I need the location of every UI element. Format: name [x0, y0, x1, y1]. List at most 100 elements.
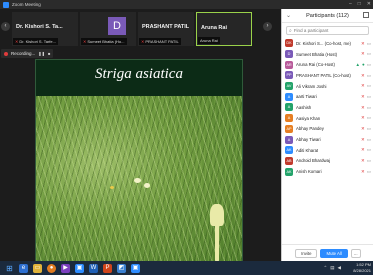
- word-icon[interactable]: W: [89, 263, 98, 273]
- participant-row[interactable]: D Sumeet Bhatia (Host) ✕ ▭: [282, 49, 373, 60]
- media-player-icon[interactable]: ▶: [61, 263, 70, 273]
- participant-row[interactable]: AR Aruna Rai (Co-Host) ▲ ● ▭: [282, 59, 373, 70]
- video-tile-active[interactable]: Aruna Rai Aruna Rai: [196, 12, 252, 46]
- slide-title: Striga asiatica: [95, 66, 183, 82]
- participant-row[interactable]: AK Aditi Kharat ✕ ▭: [282, 145, 373, 156]
- photos-icon[interactable]: ◩: [117, 263, 126, 273]
- mic-muted-icon: ✕: [360, 51, 365, 57]
- participant-status-icons: ✕ ▭: [361, 137, 371, 143]
- tile-label: ✕Dr. Kishori S. Tarfe...: [13, 38, 58, 45]
- file-explorer-icon[interactable]: ▭: [33, 263, 42, 273]
- mic-muted-icon: ✕: [360, 126, 365, 131]
- mic-muted-icon: ✕: [360, 83, 365, 89]
- video-off-icon: ▭: [366, 83, 371, 89]
- participant-row[interactable]: A Abhay Tiwari ✕ ▭: [282, 134, 373, 145]
- participant-avatar: AK: [285, 146, 293, 155]
- participant-name: Aruna Rai (Co-Host): [296, 62, 335, 68]
- video-off-icon: ▭: [366, 40, 371, 46]
- network-icon[interactable]: ▤: [330, 265, 334, 271]
- participant-row[interactable]: DK Dr. Kishori S... (Co-host, me) ✕ ▭: [282, 38, 373, 49]
- video-off-icon: ▭: [366, 136, 371, 142]
- internet-explorer-icon[interactable]: e: [19, 263, 28, 273]
- video-off-icon: ▭: [366, 147, 371, 153]
- participant-avatar: D: [285, 50, 293, 59]
- clock[interactable]: 1:52 PM 8/28/2021: [353, 262, 371, 273]
- windows-start-icon[interactable]: ⊞: [5, 264, 14, 273]
- clock-time: 1:52 PM: [356, 262, 371, 267]
- mic-muted-icon: ✕: [83, 39, 87, 44]
- powerpoint-icon[interactable]: P: [103, 263, 112, 273]
- participants-list: DK Dr. Kishori S... (Co-host, me) ✕ ▭ D Sumee…: [282, 38, 373, 243]
- slide-photo: [36, 96, 242, 263]
- participant-row[interactable]: AB Android Bhardwaj ✕ ▭: [282, 156, 373, 167]
- chevron-down-icon[interactable]: ⌄: [286, 12, 291, 19]
- strip-prev-icon[interactable]: ‹: [1, 22, 10, 31]
- video-tile[interactable]: PRASHANT PATIL ✕PRASHANT PATIL: [138, 12, 194, 46]
- search-input[interactable]: [293, 28, 364, 33]
- participant-name: Sumeet Bhatia (Host): [296, 51, 338, 57]
- participant-avatar: PP: [285, 71, 293, 80]
- more-button[interactable]: ...: [350, 248, 361, 258]
- meeting-stage: ‹ Dr. Kishori S. Ta... ✕Dr. Kishori S. T…: [0, 9, 281, 264]
- clock-date: 8/28/2021: [353, 267, 371, 273]
- tile-label: ✕Sumeet Bhatia (Ho...: [81, 38, 127, 45]
- minimize-icon[interactable]: –: [349, 1, 352, 7]
- zoom-meeting-taskbar-icon[interactable]: ▣: [131, 263, 140, 273]
- flower-shape: [110, 186, 114, 189]
- mic-muted-icon: ✕: [360, 115, 365, 121]
- tile-name: Dr. Kishori S. Ta...: [16, 24, 63, 30]
- mic-muted-icon: ✕: [360, 72, 365, 78]
- popout-icon[interactable]: [363, 12, 369, 18]
- participant-avatar: AK: [285, 167, 293, 176]
- video-off-icon: ▭: [366, 72, 371, 78]
- video-off-icon: ▭: [366, 168, 371, 174]
- volume-icon[interactable]: ◀: [338, 265, 341, 271]
- participant-status-icons: ✕ ▭: [361, 94, 371, 100]
- participant-row[interactable]: Aaarti Tiwari ✕ ▭: [282, 91, 373, 102]
- participant-status-icons: ✕ ▭: [361, 51, 371, 57]
- participant-avatar: A: [285, 114, 293, 123]
- firefox-icon[interactable]: ●: [47, 263, 56, 273]
- mute-all-button[interactable]: Mute All: [320, 248, 348, 258]
- flower-shape: [134, 178, 141, 183]
- stop-icon[interactable]: ■: [48, 51, 50, 56]
- maximize-icon[interactable]: □: [358, 1, 361, 7]
- tile-name: Aruna Rai: [201, 25, 227, 31]
- recording-indicator[interactable]: Recording... ❚❚ ■: [1, 49, 54, 58]
- participant-search[interactable]: ⌕: [286, 26, 369, 35]
- screen-share-icon: ▲: [355, 61, 361, 67]
- invite-button[interactable]: Invite: [295, 248, 318, 258]
- mic-muted-icon: ✕: [360, 136, 365, 142]
- participant-status-icons: ✕ ▭: [361, 169, 371, 175]
- video-tile[interactable]: D ✕Sumeet Bhatia (Ho...: [80, 12, 136, 46]
- participant-status-icons: ▲ ● ▭: [356, 62, 371, 68]
- mic-muted-icon: ✕: [15, 39, 19, 44]
- participants-footer: Invite Mute All ...: [282, 244, 373, 261]
- participant-row[interactable]: AV Ali Vikram Joshi ✕ ▭: [282, 81, 373, 92]
- video-tile[interactable]: Dr. Kishori S. Ta... ✕Dr. Kishori S. Tar…: [12, 12, 78, 46]
- participant-row[interactable]: AK Anish Komari ✕ ▭: [282, 166, 373, 177]
- participant-name: Anish Komari: [296, 169, 322, 175]
- participant-avatar: AP: [285, 124, 293, 133]
- mic-muted-icon: ✕: [141, 39, 145, 44]
- flower-shape: [144, 183, 150, 188]
- participant-name: Aasiya Khan: [296, 115, 321, 121]
- pause-icon[interactable]: ❚❚: [38, 51, 45, 56]
- participant-status-icons: ✕ ▭: [361, 126, 371, 132]
- tile-name: PRASHANT PATIL: [142, 24, 190, 30]
- participant-row[interactable]: AP Abhay Pandey ✕ ▭: [282, 124, 373, 135]
- chevron-up-icon[interactable]: ⌃: [323, 265, 327, 271]
- zoom-taskbar-icon[interactable]: ▣: [75, 263, 84, 273]
- mic-muted-icon: ✕: [360, 168, 365, 174]
- mic-icon: ●: [362, 61, 365, 67]
- participant-row[interactable]: PP PRASHANT PATIL (Co-host) ✕ ▭: [282, 70, 373, 81]
- strip-next-icon[interactable]: ›: [263, 22, 272, 31]
- participant-status-icons: ✕ ▭: [361, 115, 371, 121]
- system-tray: ⌃ ▤ ◀: [323, 265, 341, 271]
- mic-muted-icon: ✕: [360, 93, 365, 99]
- participant-row[interactable]: A Aashish ✕ ▭: [282, 102, 373, 113]
- tile-label: ✕PRASHANT PATIL: [139, 38, 181, 45]
- close-icon[interactable]: ✕: [367, 1, 371, 7]
- video-off-icon: ▭: [366, 51, 371, 57]
- participant-row[interactable]: A Aasiya Khan ✕ ▭: [282, 113, 373, 124]
